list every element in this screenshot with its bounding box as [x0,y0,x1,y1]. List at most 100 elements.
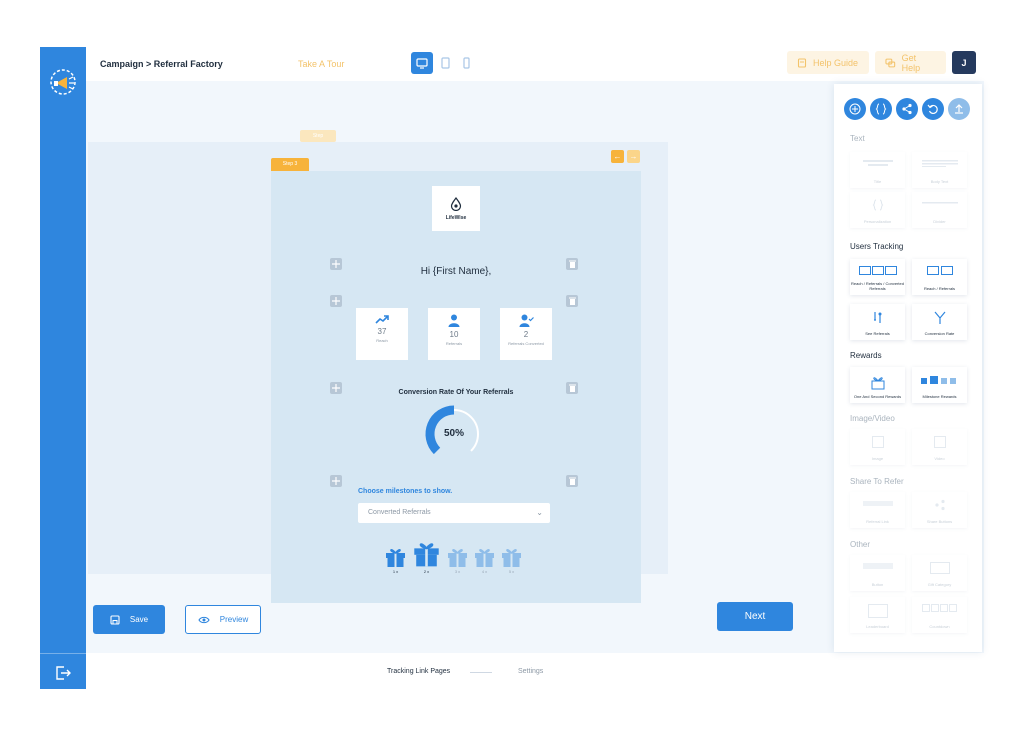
section-image-video: Image/Video [850,414,895,423]
sidebar-divider [40,653,86,654]
save-label: Save [129,615,149,624]
tile-body-text[interactable]: Body Text [912,152,967,188]
conversion-title[interactable]: Conversion Rate Of Your Referrals [341,389,571,396]
section-text: Text [850,134,865,143]
upload-icon[interactable] [948,98,970,120]
megaphone-logo-icon[interactable] [47,66,79,98]
move-block-icon[interactable] [330,295,342,307]
trash-icon[interactable] [566,475,578,487]
gift-label: 4 x [481,569,488,574]
user-avatar[interactable]: J [952,51,976,74]
gift-milestone-2[interactable]: 2 x [413,540,440,574]
gift-icon [414,543,439,567]
tile-referral-link[interactable]: Referral Link [850,492,905,528]
stat-card-converted[interactable]: 2 Referrals Converted [500,308,552,360]
user-check-icon [519,314,534,327]
save-button[interactable]: Save [93,605,165,634]
brand-name: LifeWise [445,214,467,221]
stat-value: 37 [377,327,387,336]
tile-see-referrals[interactable]: See Referrals [850,304,905,340]
section-users-tracking: Users Tracking [850,242,904,251]
share-icon[interactable] [896,98,918,120]
move-block-icon[interactable] [330,258,342,270]
gift-label: 5 x [508,569,515,574]
droplet-icon [450,196,462,211]
desktop-icon [416,57,428,69]
tile-divider[interactable]: Divider [912,192,967,228]
breadcrumb[interactable]: Campaign > Referral Factory [100,59,223,69]
stat-card-referrals[interactable]: 10 Referrals [428,308,480,360]
user-icon [448,314,460,327]
stepper-line [470,672,492,673]
get-help-label: Get Help [901,52,921,73]
stat-value: 2 [523,330,529,339]
undo-icon[interactable] [922,98,944,120]
milestones-title: Choose milestones to show. [358,488,453,495]
move-block-icon[interactable] [330,475,342,487]
tile-reach-referrals[interactable]: Reach / Referrals [912,259,967,295]
help-guide-button[interactable]: Help Guide [787,51,869,74]
tile-gift-category[interactable]: Gift Category [912,555,967,591]
chevron-down-icon: ⌄ [536,508,543,517]
help-guide-label: Help Guide [813,57,859,68]
tile-share-buttons[interactable]: Share Buttons [912,492,967,528]
get-help-button[interactable]: Get Help [875,51,946,74]
step-settings[interactable]: Settings [518,668,543,675]
tile-reach-referrals-converted[interactable]: Reach / Referrals / Converted Referrals [850,259,905,295]
tile-conversion-rate[interactable]: Conversion Rate [912,304,967,340]
stat-label: Reach [376,338,388,343]
desktop-view-button[interactable] [411,52,433,74]
conversion-percent: 50% [443,428,464,439]
bottom-stepper: Tracking Link Pages Settings [86,653,984,689]
stat-label: Referrals [445,341,463,346]
gift-label: 2 x [423,569,430,574]
step-tracking-link-pages[interactable]: Tracking Link Pages [387,668,450,675]
gift-milestone-4[interactable]: 4 x [474,547,495,574]
next-button[interactable]: Next [717,602,793,631]
add-icon[interactable] [844,98,866,120]
tile-one-and-second-rewards[interactable]: One And Second Rewards [850,367,905,403]
tablet-view-button[interactable] [434,52,456,74]
stat-value: 10 [449,330,459,339]
tile-button[interactable]: Button [850,555,905,591]
sidebar [40,47,86,689]
milestones-select[interactable]: Converted Referrals ⌄ [358,503,550,523]
gift-label: 1 x [392,569,399,574]
components-panel: Text Title Body Text Personalization Div… [834,84,982,652]
move-left-button[interactable]: ← [611,150,624,163]
tile-title[interactable]: Title [850,152,905,188]
mobile-view-button[interactable] [455,52,477,74]
gift-icon [475,549,494,567]
gift-milestone-5[interactable]: 5 x [501,547,522,574]
book-icon [797,57,807,68]
chat-icon [885,58,896,67]
brand-logo[interactable]: LifeWise [432,186,480,231]
stat-label: Referrals Converted [508,341,544,346]
trash-icon[interactable] [566,258,578,270]
trash-icon[interactable] [566,295,578,307]
logout-icon[interactable] [54,665,72,681]
code-braces-icon[interactable] [870,98,892,120]
stat-card-reach[interactable]: 37 Reach [356,308,408,360]
milestones-selected-value: Converted Referrals [368,509,431,516]
move-right-button[interactable]: → [627,150,640,163]
milestone-gifts: 1 x 2 x 3 x 4 x 5 x [385,534,525,574]
gift-icon [448,549,467,567]
tile-personalization[interactable]: Personalization [850,192,905,228]
tile-leaderboard[interactable]: Leaderboard [850,597,905,633]
take-tour-link[interactable]: Take A Tour [298,59,344,69]
greeting-text[interactable]: Hi {First Name}, [341,266,571,277]
tile-milestone-rewards[interactable]: Milestone Rewards [912,367,967,403]
gift-milestone-1[interactable]: 1 x [385,547,406,574]
gift-label: 3 x [454,569,461,574]
trending-up-icon [375,315,389,324]
eye-icon [198,616,210,623]
section-rewards: Rewards [850,351,882,360]
tile-countdown[interactable]: Countdown [912,597,967,633]
tile-image[interactable]: Image [850,429,905,465]
top-bar: Campaign > Referral Factory Take A Tour … [86,47,984,81]
tile-video[interactable]: Video [912,429,967,465]
gift-icon [386,549,405,567]
gift-milestone-3[interactable]: 3 x [447,547,468,574]
preview-button[interactable]: Preview [185,605,261,634]
